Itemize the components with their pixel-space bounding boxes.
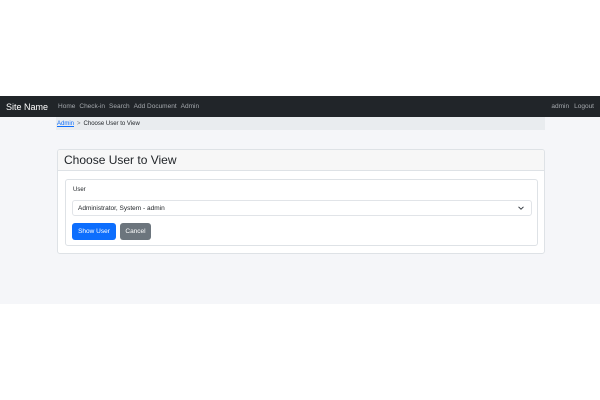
user-form: User Administrator, System - admin Show …: [65, 179, 538, 246]
nav-link-admin[interactable]: Admin: [181, 103, 199, 110]
card-header: Choose User to View: [58, 150, 544, 171]
site-brand-link[interactable]: Site Name: [0, 102, 48, 112]
nav-link-check-in[interactable]: Check-in: [79, 103, 105, 110]
nav-link-home[interactable]: Home: [58, 103, 75, 110]
breadcrumb-separator: >: [77, 120, 81, 127]
breadcrumb-link-admin[interactable]: Admin: [57, 121, 74, 127]
chevron-down-icon: [518, 206, 524, 210]
cancel-button[interactable]: Cancel: [120, 223, 151, 240]
nav-user-links: admin Logout: [546, 96, 594, 117]
nav-link-add-document[interactable]: Add Document: [134, 103, 177, 110]
breadcrumb-current: Choose User to View: [83, 120, 140, 127]
nav-links: Home Check-in Search Add Document Admin: [54, 103, 199, 110]
app-viewport: Site Name Home Check-in Search Add Docum…: [0, 96, 600, 304]
nav-link-search[interactable]: Search: [109, 103, 130, 110]
nav-link-user-admin[interactable]: admin: [551, 103, 569, 110]
user-field-label: User: [73, 187, 86, 193]
choose-user-card: Choose User to View User Administrator, …: [57, 149, 545, 254]
breadcrumb: Admin > Choose User to View: [56, 117, 545, 130]
top-navbar: Site Name Home Check-in Search Add Docum…: [0, 96, 600, 117]
page-title: Choose User to View: [64, 153, 177, 167]
user-select[interactable]: Administrator, System - admin: [72, 200, 532, 216]
user-select-value: Administrator, System - admin: [78, 204, 165, 212]
nav-link-logout[interactable]: Logout: [574, 103, 594, 110]
show-user-button[interactable]: Show User: [72, 223, 116, 240]
